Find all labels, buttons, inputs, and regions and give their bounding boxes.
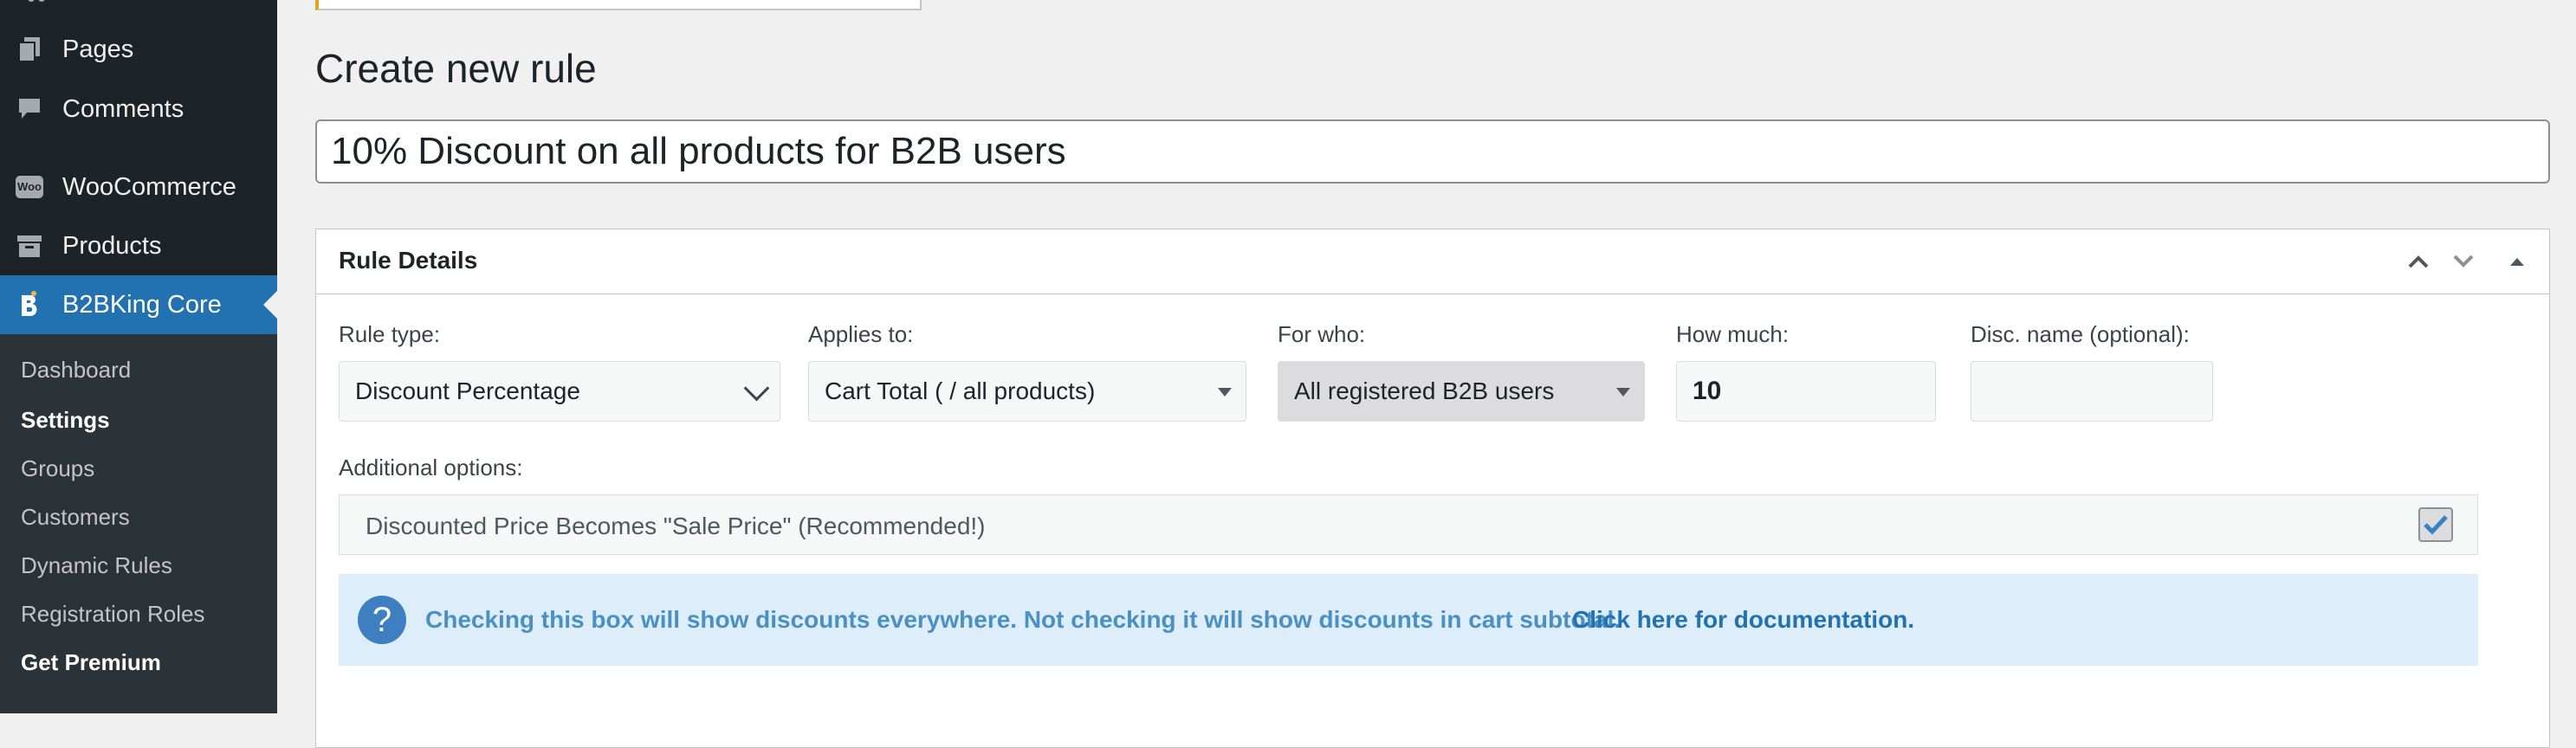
active-menu-arrow <box>263 291 277 319</box>
documentation-link[interactable]: Click here for documentation. <box>1572 606 1914 634</box>
question-icon: ? <box>358 596 406 644</box>
move-down-icon[interactable] <box>2449 247 2478 276</box>
postbox-header: Rule Details <box>316 229 2549 294</box>
sidebar-item-label: Comments <box>62 94 184 123</box>
sale-price-option-label: Discounted Price Becomes "Sale Price" (R… <box>366 513 986 539</box>
disc-name-input[interactable] <box>1971 361 2213 422</box>
rule-type-select[interactable]: Discount Percentage <box>339 361 780 422</box>
for-who-select[interactable]: All registered B2B users <box>1278 361 1645 422</box>
info-notice: ? Checking this box will show discounts … <box>339 574 2478 666</box>
b2bking-icon <box>16 291 43 319</box>
sidebar-item-label: B2BKing Core <box>62 290 222 319</box>
submenu-item-dashboard[interactable]: Dashboard <box>21 357 131 384</box>
postbox-title: Rule Details <box>339 247 478 274</box>
collapse-toggle-icon[interactable] <box>2502 247 2532 276</box>
checkmark-icon <box>2424 515 2448 535</box>
move-up-icon[interactable] <box>2404 247 2433 276</box>
sidebar-item-pages[interactable]: Pages <box>0 23 277 75</box>
rule-title-input[interactable]: 10% Discount on all products for B2B use… <box>315 119 2550 184</box>
sale-price-checkbox[interactable] <box>2418 507 2453 542</box>
partial-menu-icon <box>26 0 47 5</box>
submenu-item-settings[interactable]: Settings <box>21 407 110 434</box>
disc-name-label: Disc. name (optional): <box>1971 321 2190 347</box>
comment-icon <box>16 95 43 123</box>
how-much-label: How much: <box>1676 321 1790 347</box>
admin-sidebar: Pages Comments Woo WooCommerce Products … <box>0 0 277 713</box>
admin-notice <box>315 0 922 10</box>
woocommerce-icon: Woo <box>16 173 43 201</box>
sidebar-item-label: Products <box>62 231 162 260</box>
page-title: Create new rule <box>315 46 597 91</box>
info-text: Checking this box will show discounts ev… <box>425 606 1621 633</box>
sidebar-item-label: Pages <box>62 35 134 63</box>
submenu-item-dynamic-rules[interactable]: Dynamic Rules <box>21 552 172 579</box>
sidebar-item-products[interactable]: Products <box>0 220 277 272</box>
dropdown-arrow-icon <box>1616 388 1630 397</box>
submenu-item-registration-roles[interactable]: Registration Roles <box>21 601 204 628</box>
woocommerce-icon-text: Woo <box>16 176 43 198</box>
sidebar-item-comments[interactable]: Comments <box>0 83 277 135</box>
additional-options-label: Additional options: <box>339 455 523 480</box>
applies-to-select[interactable]: Cart Total ( / all products) <box>808 361 1246 422</box>
submenu-item-get-premium[interactable]: Get Premium <box>21 649 161 676</box>
rule-type-value: Discount Percentage <box>355 377 580 404</box>
sidebar-item-label: WooCommerce <box>62 172 236 201</box>
sidebar-item-b2bking-core[interactable]: B2BKing Core <box>0 275 277 334</box>
chevron-down-icon <box>743 375 770 402</box>
submenu-item-customers[interactable]: Customers <box>21 504 130 531</box>
submenu-item-groups[interactable]: Groups <box>21 455 94 482</box>
for-who-value: All registered B2B users <box>1294 377 1555 404</box>
sidebar-item-woocommerce[interactable]: Woo WooCommerce <box>0 161 277 213</box>
pages-icon <box>16 35 43 63</box>
sidebar-submenu: Dashboard Settings Groups Customers Dyna… <box>0 334 277 713</box>
products-icon <box>16 232 43 260</box>
for-who-label: For who: <box>1278 321 1366 347</box>
sale-price-option-row: Discounted Price Becomes "Sale Price" (R… <box>339 494 2478 555</box>
rule-details-postbox: Rule Details Rule type: Applies to: For … <box>315 229 2550 748</box>
rule-type-label: Rule type: <box>339 321 441 347</box>
applies-to-value: Cart Total ( / all products) <box>825 377 1096 404</box>
applies-to-label: Applies to: <box>808 321 914 347</box>
how-much-input[interactable]: 10 <box>1676 361 1936 422</box>
dropdown-arrow-icon <box>1218 388 1232 397</box>
